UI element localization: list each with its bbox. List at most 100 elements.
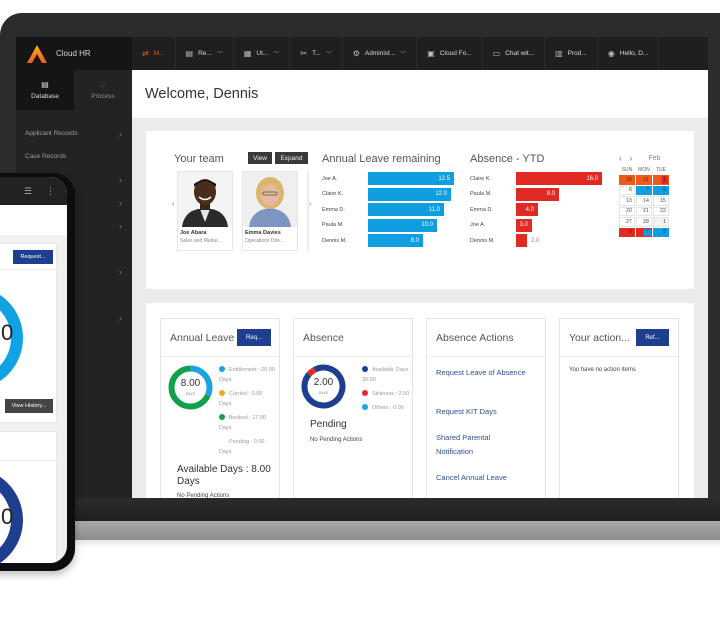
sidebar-tab[interactable]: ▤ Database xyxy=(16,70,74,110)
calendar-day[interactable]: 27 xyxy=(619,217,635,227)
brand-name: Cloud HR xyxy=(56,49,91,58)
bar-value-label: 12.5 xyxy=(438,175,450,182)
calendar: ‹ › Feb SUN MON TUE 30 31 1 6 7 8 13 14 15 20 21 22 27… xyxy=(619,151,699,237)
donut-unit: DAYS xyxy=(318,391,329,395)
request-kit-days-link[interactable]: Request KIT Days xyxy=(436,405,536,419)
sidebar-item-label: Applicant Records xyxy=(25,130,78,137)
chevron-right-icon: › xyxy=(119,220,122,231)
nav-item[interactable]: ▭ Chat wit... xyxy=(483,37,546,70)
sidebar-item[interactable]: Case Records xyxy=(16,145,132,168)
sidebar-item-label: Case Records xyxy=(25,153,67,160)
calendar-day[interactable]: 30 xyxy=(619,175,635,185)
annual-leave-card: Annual Leave Req... 8.00 DAYS Entitlemen… xyxy=(160,318,280,498)
nav-item-label: Prod... xyxy=(567,50,587,57)
calendar-month[interactable]: Feb xyxy=(648,155,660,162)
nav-item[interactable]: ▣ Cloud Fo... xyxy=(417,37,483,70)
team-prev-icon[interactable]: ‹ xyxy=(172,199,175,208)
bar[interactable] xyxy=(516,234,527,247)
calendar-day[interactable]: 22 xyxy=(653,206,669,216)
bar[interactable]: 3.0 xyxy=(516,218,532,232)
donut-value: 8.00 xyxy=(180,378,201,389)
calendar-day[interactable]: 28 xyxy=(636,217,652,227)
nav-item[interactable]: ✂ T... ﹀ xyxy=(290,37,343,70)
calendar-day[interactable]: 15 xyxy=(653,196,669,206)
calendar-next-icon[interactable]: › xyxy=(630,154,633,163)
phone-absence-card: 0 xyxy=(0,431,58,563)
nav-item[interactable]: ⇄ M... xyxy=(132,37,176,70)
nav-item[interactable]: ▦ Ut... ﹀ xyxy=(234,37,291,70)
annual-leave-donut: 8.00 DAYS xyxy=(167,364,214,411)
nav-item[interactable]: ▥ Prod... xyxy=(545,37,598,70)
bar[interactable]: 11.0 xyxy=(368,203,444,216)
bar[interactable]: 12.0 xyxy=(368,187,451,201)
team-expand-button[interactable]: Expand xyxy=(275,152,308,164)
card-title: Your action... xyxy=(569,331,630,344)
calendar-day[interactable]: 6 xyxy=(619,227,635,237)
pending-text: No Pending Actions xyxy=(310,437,363,443)
phone-view-history-button[interactable]: View History... xyxy=(5,399,53,413)
nav-item[interactable]: ⚙ Administ... ﹀ xyxy=(343,37,418,70)
chat-icon: ▭ xyxy=(492,49,501,58)
shared-parental-notification-link[interactable]: Shared Parental Notification xyxy=(436,431,516,459)
bar[interactable]: 8.0 xyxy=(516,187,559,201)
phone-request-button[interactable]: Request... xyxy=(13,250,53,264)
calendar-day[interactable]: 31 xyxy=(636,175,652,185)
team-view-button[interactable]: View xyxy=(248,152,272,164)
calendar-day[interactable]: 6 xyxy=(619,185,635,195)
legend-dot-icon xyxy=(362,404,368,410)
calendar-day[interactable]: 7 xyxy=(636,227,652,237)
legend-item: Entitlement : 25.00 Days xyxy=(219,365,275,385)
report-icon: ▤ xyxy=(185,49,194,58)
team-member-name: Emma Davies xyxy=(245,230,281,236)
bar-row: Paula M. 8.0 xyxy=(470,187,559,201)
sidebar-item[interactable]: Applicant Records › xyxy=(16,122,132,145)
bar[interactable]: 4.0 xyxy=(516,203,538,216)
more-vertical-icon[interactable]: ⋮ xyxy=(46,186,55,197)
hero-image: Cloud HR ⇄ M... ▤ Re... ﹀ ▦ Ut... ﹀ ✂ T... ﹀ ⚙ Admin… xyxy=(0,0,720,631)
cancel-annual-leave-link[interactable]: Cancel Annual Leave xyxy=(436,471,536,485)
calendar-day[interactable]: 8 xyxy=(653,185,669,195)
calendar-day[interactable]: 7 xyxy=(636,185,652,195)
refresh-button[interactable]: Ref... xyxy=(636,329,669,346)
bar-value-label: 3.0 xyxy=(519,222,528,228)
team-member-name: Joe Abara xyxy=(180,230,207,236)
your-actions-card: Your action... Ref... You have no action… xyxy=(559,318,679,498)
request-leave-of-absence-link[interactable]: Request Leave of Absence xyxy=(436,366,536,380)
legend-item: Sickness : 2.00 xyxy=(362,389,414,399)
calendar-day[interactable]: 20 xyxy=(619,206,635,216)
bar[interactable]: 8.0 xyxy=(368,234,423,247)
team-member-card[interactable]: Joe Abara Sales and Marke... xyxy=(177,171,233,251)
brand[interactable]: Cloud HR xyxy=(16,37,132,70)
legend-dot-icon xyxy=(219,366,225,372)
team-member-role: Sales and Marke... xyxy=(180,238,222,244)
page-title: Welcome, Dennis xyxy=(145,86,259,102)
legend-item: Others : 0.00 xyxy=(362,403,414,413)
hamburger-menu-icon[interactable]: ☰ xyxy=(24,186,32,197)
calendar-day[interactable]: 13 xyxy=(619,196,635,206)
team-next-icon[interactable]: › xyxy=(309,199,312,208)
request-leave-button[interactable]: Req... xyxy=(237,329,271,346)
team-member-card[interactable]: Emma Davies Operations Dire... xyxy=(242,171,298,251)
legend-item: Carried : 0.00 Days xyxy=(219,389,275,409)
calendar-prev-icon[interactable]: ‹ xyxy=(619,154,622,163)
legend-label: Carried : 0.00 Days xyxy=(219,391,263,407)
bar-value-label: 10.0 xyxy=(421,222,433,228)
phone-app-bar: ☰ ⋮ xyxy=(0,177,67,205)
database-icon: ▤ xyxy=(41,80,49,89)
nav-item[interactable]: ◉ Hello, D... xyxy=(598,37,660,70)
calendar-day[interactable]: 14 xyxy=(636,196,652,206)
calendar-day[interactable]: 1 xyxy=(653,175,669,185)
bar[interactable]: 10.0 xyxy=(368,218,437,232)
bar-category-label: Joe A. xyxy=(470,222,486,228)
calendar-day[interactable]: 1 xyxy=(653,217,669,227)
bar[interactable]: 16.0 xyxy=(516,172,602,185)
calendar-day[interactable]: 21 xyxy=(636,206,652,216)
calendar-day[interactable]: 8 xyxy=(653,227,669,237)
absence-legend: Available Days : 30.00 Sickness : 2.00 Oth… xyxy=(362,365,414,417)
nav-item-label: T... xyxy=(312,50,321,57)
sidebar-tab[interactable]: ◌ Process xyxy=(74,70,132,110)
nav-item[interactable]: ▤ Re... ﹀ xyxy=(176,37,234,70)
bar[interactable]: 12.5 xyxy=(368,172,454,185)
bar-row: Joe A. 12.5 xyxy=(322,172,454,185)
absence-actions-card: Absence Actions Request Leave of Absence… xyxy=(426,318,546,498)
